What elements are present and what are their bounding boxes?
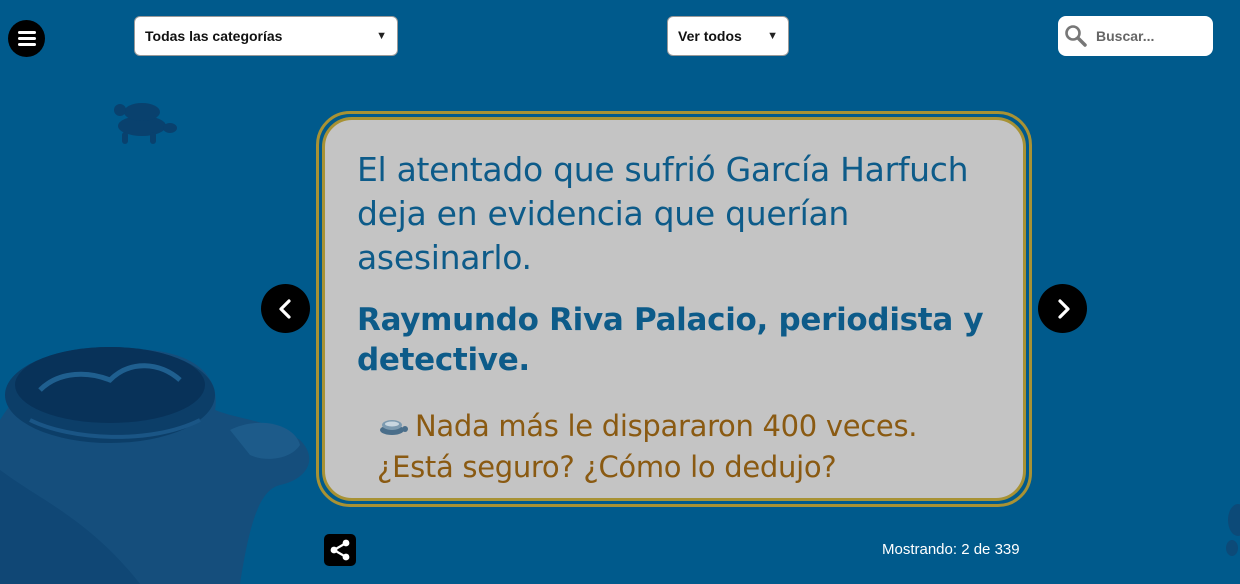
share-icon [330,539,350,561]
view-select[interactable]: Ver todos ▼ [667,16,789,56]
menu-button[interactable] [8,20,45,57]
quote-card-body: El atentado que sufrió García Harfuch de… [322,117,1026,501]
share-button[interactable] [324,534,356,566]
results-counter: Mostrando: 2 de 339 [882,541,1020,558]
comment-text: Nada más le dispararon 400 veces. ¿Está … [377,406,993,488]
chevron-left-icon [278,298,291,319]
previous-button[interactable] [261,284,310,333]
comment-text-content: Nada más le dispararon 400 veces. ¿Está … [377,409,918,484]
search-input[interactable] [1094,27,1208,45]
quote-text: El atentado que sufrió García Harfuch de… [357,150,969,277]
hamburger-icon [17,28,36,49]
category-select[interactable]: Todas las categorías ▼ [134,16,398,56]
next-button[interactable] [1038,284,1087,333]
large-turtle-icon [0,347,310,584]
search-box [1058,16,1213,56]
quote-author: Raymundo Riva Palacio, periodista y dete… [357,302,984,378]
edge-turtle-icon [1226,504,1240,556]
search-icon[interactable] [1064,24,1088,48]
category-select-value: Todas las categorías [145,28,283,44]
quote-card: El atentado que sufrió García Harfuch de… [316,111,1032,507]
small-turtle-icon [114,103,177,144]
turtle-emoji-icon [380,420,408,435]
chevron-down-icon: ▼ [376,30,387,42]
chevron-down-icon: ▼ [767,30,778,42]
view-select-value: Ver todos [678,28,742,44]
chevron-right-icon [1057,298,1070,319]
